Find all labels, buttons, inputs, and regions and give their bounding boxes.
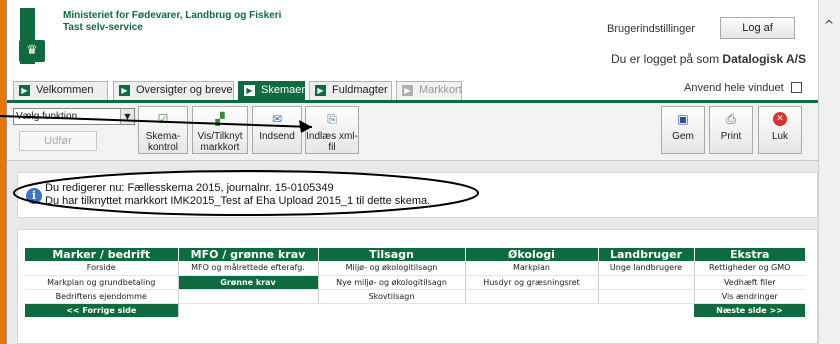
nav-link-vedhaeft-filer[interactable]: Vedhæft filer: [694, 275, 805, 290]
import-xml-button[interactable]: ⎘ Indlæs xml- fil: [305, 106, 359, 154]
user-settings-link[interactable]: Brugerindstillinger: [607, 23, 695, 35]
button-label-line1: Indsend: [259, 131, 295, 142]
tab-fuldmagter[interactable]: ▶ Fuldmagter: [309, 81, 392, 100]
button-label: Gem: [672, 131, 694, 142]
info-message-box: i Du redigerer nu: Fællesskema 2015, jou…: [17, 172, 818, 218]
print-button[interactable]: ⎙ Print: [709, 106, 753, 154]
nav-paging-filler: [178, 303, 694, 317]
printer-icon: ⎙: [726, 112, 736, 126]
nav-link-groenne-krav[interactable]: Grønne krav: [178, 275, 319, 290]
show-attach-map-button[interactable]: ▞ Vis/Tilknyt markkort: [192, 106, 248, 154]
schema-nav-table: Marker / bedrift MFO / grønne krav Tilsa…: [25, 248, 805, 317]
nav-link-markplan[interactable]: Markplan: [465, 261, 599, 276]
nav-cell-empty: [598, 289, 695, 304]
nav-cell-empty: [178, 289, 319, 304]
logged-in-prefix: Du er logget på som: [611, 52, 720, 66]
nav-row: Forside MFO og målrettede efterafg. Milj…: [25, 261, 805, 276]
service-name: Tast selv-service: [63, 22, 143, 33]
schema-navigation: Marker / bedrift MFO / grønne krav Tilsa…: [17, 229, 818, 344]
nav-link-forside[interactable]: Forside: [25, 261, 179, 276]
nav-header: Økologi: [465, 248, 599, 261]
nav-link-miljoe-oekologitilsagn[interactable]: Miljø- og økologitilsagn: [318, 261, 466, 276]
nav-header: MFO / grønne krav: [178, 248, 319, 261]
button-label-line2: kontrol: [147, 142, 178, 153]
nav-link-unge-landbrugere[interactable]: Unge landbrugere: [598, 261, 695, 276]
logged-in-status: Du er logget på som Datalogisk A/S: [611, 52, 806, 66]
tab-oversigter-og-breve[interactable]: ▶ Oversigter og breve: [113, 81, 234, 100]
arrow-right-icon: ▶: [119, 85, 130, 96]
nav-paging-row: << Forrige side Næste side >>: [25, 303, 805, 317]
next-page-button[interactable]: Næste side >>: [694, 303, 805, 317]
import-file-icon: ⎘: [327, 112, 337, 126]
button-label-line1: Vis/Tilknyt: [197, 131, 243, 142]
logged-in-user: Datalogisk A/S: [722, 52, 806, 66]
schema-check-button[interactable]: ☑ Skema- kontrol: [138, 106, 188, 154]
ministry-title: Ministeriet for Fødevarer, Landbrug og F…: [63, 10, 281, 34]
floppy-disk-icon: ▣: [677, 112, 689, 126]
info-map-line: Du har tilknyttet markkort IMK2015_Test …: [45, 195, 431, 207]
nav-cell-empty: [598, 275, 695, 290]
close-button[interactable]: ✕ Luk: [758, 106, 802, 154]
function-select-value: Vælg funktion: [16, 111, 78, 122]
tab-skemaer[interactable]: ▶ Skemaer: [238, 81, 305, 100]
arrow-right-icon: ▶: [402, 85, 413, 96]
previous-page-button[interactable]: << Forrige side: [25, 303, 179, 317]
nav-header: Tilsagn: [318, 248, 466, 261]
button-label-line1: Indlæs xml-: [306, 131, 358, 142]
arrow-right-icon: ▶: [315, 85, 326, 96]
nav-row: Markplan og grundbetaling Grønne krav Ny…: [25, 275, 805, 290]
button-label-line2: fil: [328, 142, 336, 153]
nav-header: Marker / bedrift: [25, 248, 179, 261]
nav-link-rettigheder-gmo[interactable]: Rettigheder og GMO: [694, 261, 805, 276]
chevron-down-icon[interactable]: ▼: [120, 109, 134, 124]
nav-link-bedriftens-ejendomme[interactable]: Bedriftens ejendomme: [25, 289, 179, 304]
ministry-name: Ministeriet for Fødevarer, Landbrug og F…: [63, 10, 282, 21]
nav-header-row: Marker / bedrift MFO / grønne krav Tilsa…: [25, 248, 805, 261]
full-window-checkbox[interactable]: [791, 82, 802, 93]
checklist-icon: ☑: [157, 112, 169, 126]
nav-link-nye-tilsagn[interactable]: Nye miljø- og økologitilsagn: [318, 275, 466, 290]
nav-link-mfo-efterafgroeder[interactable]: MFO og målrettede efterafg.: [178, 261, 319, 276]
close-icon: ✕: [773, 112, 787, 126]
tab-label: Velkommen: [36, 84, 94, 96]
nav-header: Landbruger: [598, 248, 695, 261]
button-label: Print: [720, 131, 742, 142]
nav-link-husdyr-graesningsret[interactable]: Husdyr og græsningsret: [465, 275, 599, 290]
toolbar: Vælg funktion ▼ Udfør ☑ Skema- kontrol ▞…: [7, 103, 818, 161]
tab-label: Oversigter og breve: [136, 84, 233, 96]
full-window-label: Anvend hele vinduet: [684, 82, 784, 94]
logout-button[interactable]: Log af: [720, 17, 795, 39]
nav-cell-empty: [465, 289, 599, 304]
tab-label: Skemaer: [261, 84, 306, 96]
crown-logo-icon: ♛: [19, 40, 45, 62]
tab-velkommen[interactable]: ▶ Velkommen: [13, 81, 108, 100]
arrow-right-icon: ▶: [19, 85, 30, 96]
map-icon: ▞: [215, 112, 225, 126]
execute-button[interactable]: Udfør: [19, 131, 97, 151]
info-icon: i: [26, 188, 42, 204]
tab-label: Fuldmagter: [332, 84, 388, 96]
button-label-line1: Skema-: [145, 131, 181, 142]
submit-button[interactable]: ✉ Indsend: [252, 106, 302, 154]
info-editing-line: Du redigerer nu: Fællesskema 2015, journ…: [45, 182, 334, 194]
nav-header: Ekstra: [694, 248, 805, 261]
scroll-up-arrow-icon[interactable]: ^: [824, 18, 834, 32]
tab-bar: ▶ Velkommen ▶ Oversigter og breve ▶ Skem…: [7, 78, 818, 100]
nav-link-vis-aendringer[interactable]: Vis ændringer: [694, 289, 805, 304]
tab-label: Markkort: [419, 84, 462, 96]
page-header: ♛ Ministeriet for Fødevarer, Landbrug og…: [7, 0, 818, 78]
tab-markkort: ▶ Markkort: [396, 81, 462, 100]
function-select[interactable]: Vælg funktion ▼: [13, 108, 135, 125]
browser-frame: ♛ Ministeriet for Fødevarer, Landbrug og…: [0, 0, 818, 344]
button-label-line2: markkort: [200, 142, 240, 153]
save-button[interactable]: ▣ Gem: [661, 106, 705, 154]
button-label: Luk: [771, 131, 789, 142]
nav-row: Bedriftens ejendomme Skovtilsagn Vis ænd…: [25, 289, 805, 304]
nav-link-markplan-grundbetaling[interactable]: Markplan og grundbetaling: [25, 275, 179, 290]
nav-link-skovtilsagn[interactable]: Skovtilsagn: [318, 289, 466, 304]
send-icon: ✉: [271, 112, 283, 126]
app-content: ♛ Ministeriet for Fødevarer, Landbrug og…: [6, 0, 818, 344]
arrow-right-icon: ▶: [244, 85, 255, 96]
vertical-scrollbar[interactable]: ^: [818, 0, 840, 344]
